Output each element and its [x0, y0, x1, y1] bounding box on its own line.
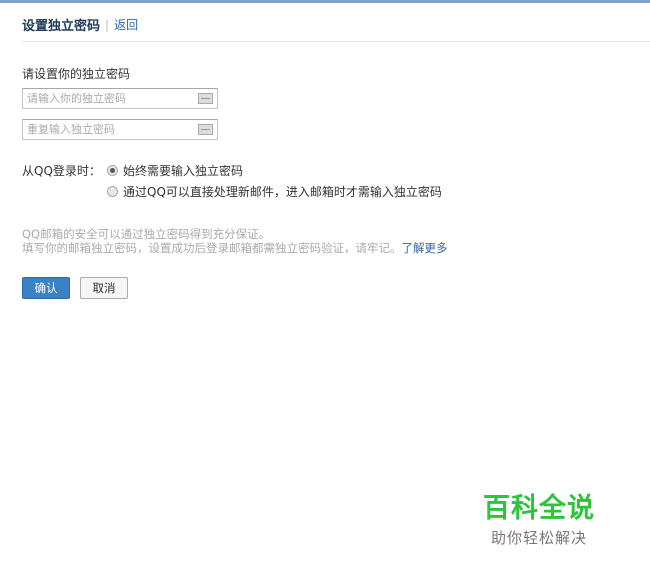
- keyboard-icon[interactable]: [198, 124, 213, 135]
- qq-login-label: 从QQ登录时：: [22, 164, 101, 178]
- radio-label: 通过QQ可以直接处理新邮件，进入邮箱时才需输入独立密码: [123, 185, 442, 199]
- keyboard-icon[interactable]: [198, 93, 213, 104]
- password-label: 请设置你的独立密码: [22, 67, 131, 81]
- confirm-password-field[interactable]: [22, 119, 218, 140]
- separator: |: [105, 17, 110, 32]
- top-bar: [0, 0, 650, 3]
- password-input[interactable]: [27, 92, 187, 105]
- radio-require-on-enter[interactable]: 通过QQ可以直接处理新邮件，进入邮箱时才需输入独立密码: [107, 183, 442, 200]
- radio-unchecked-icon[interactable]: [107, 186, 118, 197]
- confirm-button[interactable]: 确认: [22, 277, 70, 299]
- back-link[interactable]: 返回: [114, 16, 138, 33]
- radio-label: 始终需要输入独立密码: [123, 164, 244, 178]
- cancel-button[interactable]: 取消: [80, 277, 128, 299]
- radio-always-require[interactable]: 始终需要输入独立密码: [107, 162, 243, 179]
- page-title: 设置独立密码: [22, 19, 101, 34]
- watermark-title: 百科全说: [483, 493, 595, 524]
- password-field[interactable]: [22, 88, 218, 109]
- hint-text: 填写你的邮箱独立密码，设置成功后登录邮箱都需独立密码验证，请牢记。: [22, 241, 402, 255]
- learn-more-link[interactable]: 了解更多: [402, 241, 448, 255]
- confirm-password-input[interactable]: [27, 123, 187, 136]
- watermark-subtitle: 助你轻松解决: [490, 529, 587, 547]
- divider: [22, 41, 650, 42]
- page-header: 设置独立密码 | 返回: [22, 15, 138, 35]
- hint-line-2: 填写你的邮箱独立密码，设置成功后登录邮箱都需独立密码验证，请牢记。了解更多: [22, 240, 448, 256]
- radio-checked-icon[interactable]: [107, 165, 118, 176]
- watermark-logo: 百科全说 助你轻松解决: [483, 486, 595, 548]
